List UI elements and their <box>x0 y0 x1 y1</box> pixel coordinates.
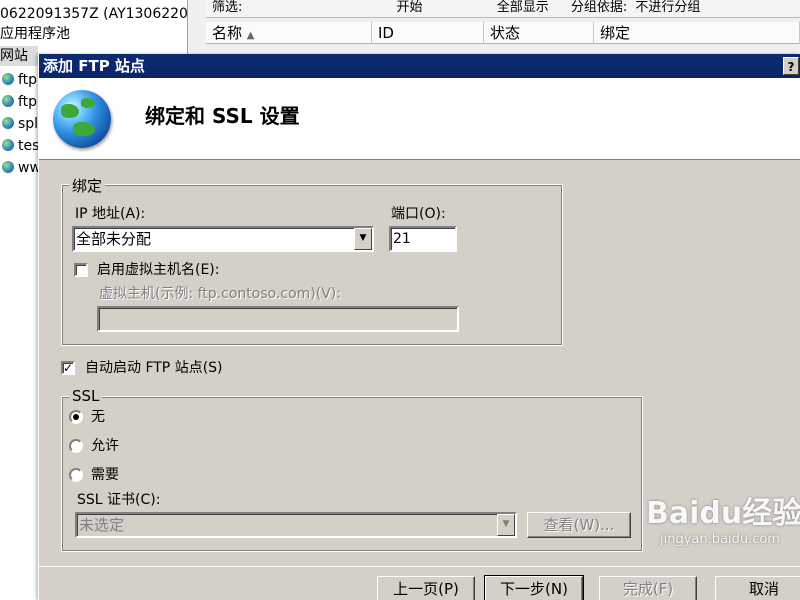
autostart-label: 自动启动 FTP 站点(S) <box>85 360 223 376</box>
tree-sites[interactable]: 网站 <box>0 46 38 66</box>
tree-site-item[interactable]: ftp <box>0 70 37 90</box>
baidu-watermark: Baidu经验 jingyan.baidu.com <box>640 496 800 576</box>
ssl-require-radio[interactable] <box>69 468 83 482</box>
prev-button[interactable]: 上一页(P) <box>377 576 475 600</box>
tree-site-item[interactable]: tes <box>0 136 39 156</box>
wizard-page-title: 绑定和 SSL 设置 <box>145 104 300 128</box>
globe-icon <box>2 95 14 107</box>
show-all-button[interactable]: 全部显示 <box>497 0 549 15</box>
sort-up-icon: ▲ <box>246 30 255 41</box>
watermark-brand: Baidu经验 <box>646 496 800 531</box>
ssl-group-label: SSL <box>69 388 103 404</box>
vhost-checkbox[interactable] <box>74 263 88 277</box>
port-label: 端口(O): <box>391 206 446 222</box>
sites-column-header: 名称 ▲ ID 状态 绑定 <box>206 22 800 44</box>
ssl-none-label: 无 <box>91 409 105 425</box>
vhost-label: 虚拟主机(示例: ftp.contoso.com)(V): <box>99 286 341 302</box>
chevron-down-icon[interactable]: ▼ <box>497 514 515 536</box>
next-button[interactable]: 下一步(N) <box>484 575 584 600</box>
column-name[interactable]: 名称 ▲ <box>206 22 372 44</box>
start-button[interactable]: 开始 <box>397 0 423 15</box>
filter-label: 筛选: <box>212 0 243 15</box>
tree-app-pools[interactable]: 应用程序池 <box>0 24 70 44</box>
dialog-title: 添加 FTP 站点 <box>43 57 145 75</box>
dialog-titlebar[interactable]: 添加 FTP 站点 ? <box>39 54 800 78</box>
ssl-none-radio[interactable] <box>69 410 83 424</box>
help-button[interactable]: ? <box>783 57 799 75</box>
ssl-allow-radio[interactable] <box>69 439 83 453</box>
globe-icon <box>2 73 14 85</box>
autostart-checkbox[interactable]: ✓ <box>61 361 75 375</box>
cancel-button[interactable]: 取消 <box>715 576 800 600</box>
chevron-down-icon[interactable]: ▼ <box>354 228 372 250</box>
tree-site-item[interactable]: spl <box>0 114 38 134</box>
vhost-checkbox-label: 启用虚拟主机名(E): <box>97 262 220 278</box>
column-binding[interactable]: 绑定 <box>594 22 800 44</box>
port-value: 21 <box>393 231 411 247</box>
ssl-require-label: 需要 <box>91 467 119 483</box>
globe-icon <box>53 90 111 148</box>
tree-server-node[interactable]: 0622091357Z (AY1306220 <box>0 4 188 24</box>
ssl-cert-label: SSL 证书(C): <box>77 492 161 508</box>
ip-address-label: IP 地址(A): <box>75 206 146 222</box>
wizard-header: 绑定和 SSL 设置 <box>39 78 800 160</box>
port-field[interactable]: 21 <box>389 226 457 252</box>
binding-group-label: 绑定 <box>69 178 106 194</box>
ip-address-value: 全部未分配 <box>76 230 152 248</box>
group-by-select[interactable]: 不进行分组 <box>635 0 700 15</box>
ssl-allow-label: 允许 <box>91 438 119 454</box>
ssl-cert-value: 未选定 <box>79 516 125 534</box>
filter-toolbar: 筛选: 开始 全部显示 分组依据: 不进行分组 <box>206 0 800 18</box>
group-by-label: 分组依据: <box>570 0 628 15</box>
globe-icon <box>2 161 14 173</box>
globe-icon <box>2 117 14 129</box>
ssl-cert-select[interactable]: 未选定 ▼ <box>75 512 517 538</box>
tree-site-item[interactable]: ftp <box>0 92 37 112</box>
column-id[interactable]: ID <box>372 22 484 44</box>
watermark-url: jingyan.baidu.com <box>660 532 780 547</box>
finish-button[interactable]: 完成(F) <box>599 576 697 600</box>
globe-icon <box>2 139 14 151</box>
ip-address-select[interactable]: 全部未分配 ▼ <box>72 226 374 252</box>
vhost-field[interactable] <box>97 306 459 332</box>
view-cert-button[interactable]: 查看(W)... <box>527 512 631 538</box>
column-status[interactable]: 状态 <box>484 22 594 44</box>
